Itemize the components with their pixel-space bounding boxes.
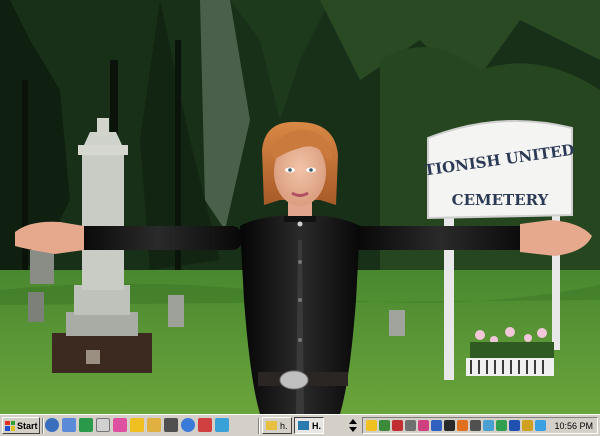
update-tray-icon[interactable] — [483, 420, 494, 431]
speaker-icon[interactable] — [164, 418, 178, 432]
power-tray-icon[interactable] — [522, 420, 533, 431]
monitor-tray-icon[interactable] — [444, 420, 455, 431]
network-tray-icon[interactable] — [379, 420, 390, 431]
taskbar: Start h. H. 10:56 PM — [0, 414, 600, 436]
hand-icon[interactable] — [130, 418, 144, 432]
app-window-icon — [298, 421, 309, 430]
app-tray-icon[interactable] — [418, 420, 429, 431]
media-icon[interactable] — [113, 418, 127, 432]
app-icon[interactable] — [79, 418, 93, 432]
clock[interactable]: 10:56 PM — [554, 420, 593, 432]
start-label: Start — [17, 420, 38, 431]
windows-logo-icon — [5, 420, 15, 431]
start-button[interactable]: Start — [2, 417, 40, 434]
search-icon[interactable] — [215, 418, 229, 432]
system-tray: 10:56 PM — [362, 417, 598, 434]
hand-tray-icon[interactable] — [366, 420, 377, 431]
taskbar-separator — [258, 418, 260, 434]
task-button-2[interactable]: H. — [294, 417, 324, 434]
task-button-1[interactable]: h. — [262, 417, 292, 434]
mail-icon[interactable] — [198, 418, 212, 432]
desktop-wallpaper: TIONISH UNITED CEMETERY — [0, 0, 600, 414]
wallpaper-image: TIONISH UNITED CEMETERY — [0, 0, 600, 414]
folder-icon[interactable] — [147, 418, 161, 432]
task-label: H. — [312, 420, 321, 431]
sync-tray-icon[interactable] — [535, 420, 546, 431]
desktop-icon[interactable] — [62, 418, 76, 432]
security-tray-icon[interactable] — [496, 420, 507, 431]
taskbar-separator — [42, 418, 44, 434]
task-label: h. — [280, 420, 288, 431]
messenger-tray-icon[interactable] — [457, 420, 468, 431]
browser-icon[interactable] — [45, 418, 59, 432]
bluetooth-tray-icon[interactable] — [509, 420, 520, 431]
display-tray-icon[interactable] — [431, 420, 442, 431]
folder-icon — [266, 421, 277, 430]
sign-line2: CEMETERY — [452, 191, 549, 209]
settings-tray-icon[interactable] — [405, 420, 416, 431]
antivirus-tray-icon[interactable] — [392, 420, 403, 431]
globe-icon[interactable] — [181, 418, 195, 432]
volume-tray-icon[interactable] — [470, 420, 481, 431]
scroll-arrows-icon[interactable] — [348, 418, 358, 433]
disk-icon[interactable] — [96, 418, 110, 432]
